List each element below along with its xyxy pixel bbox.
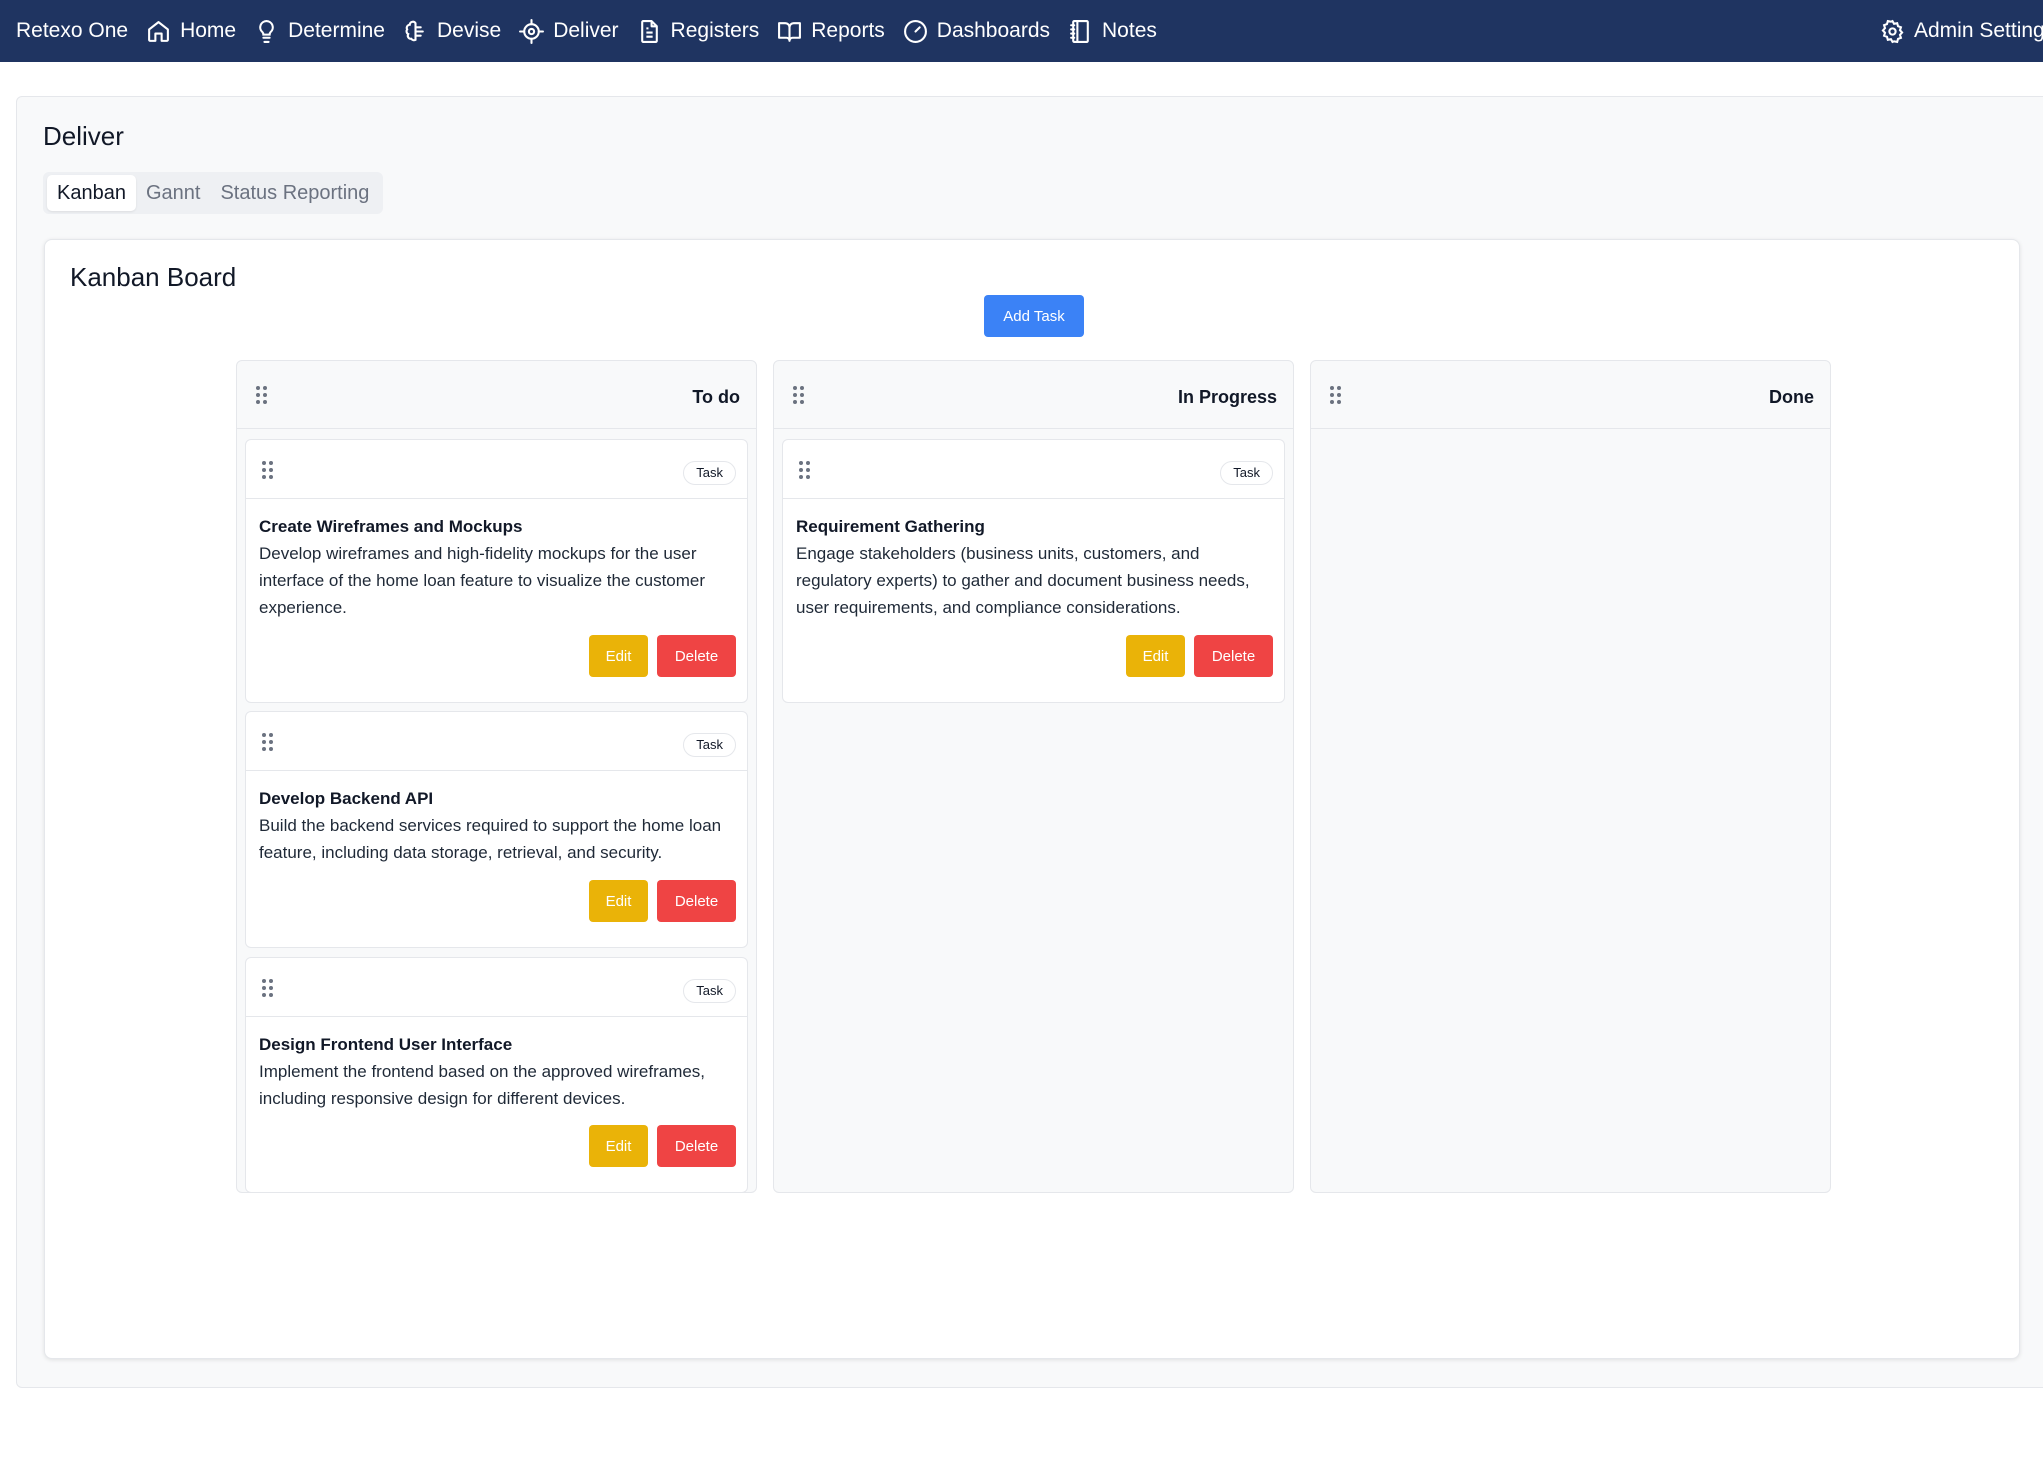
nav-dashboards[interactable]: Dashboards <box>903 19 1050 44</box>
column-header: To do <box>237 361 756 429</box>
card-actions: Edit Delete <box>1126 635 1273 677</box>
nav-deliver-label: Deliver <box>553 19 619 42</box>
add-task-button[interactable]: Add Task <box>984 295 1084 337</box>
nav-home-label: Home <box>180 19 237 42</box>
card-header: Task <box>246 440 747 499</box>
nav-reports-label: Reports <box>811 19 885 42</box>
lightbulb-icon <box>259 19 274 43</box>
gauge-icon <box>903 19 927 43</box>
edit-button[interactable]: Edit <box>589 635 648 677</box>
nav-deliver[interactable]: Deliver <box>519 18 619 44</box>
brand-logo[interactable]: Retexo One <box>16 19 128 43</box>
notebook-icon <box>1070 19 1089 43</box>
task-card[interactable]: Task Create Wireframes and Mockups Devel… <box>245 439 748 703</box>
card-body: Create Wireframes and Mockups Develop wi… <box>246 499 747 621</box>
nav-admin-settings[interactable]: Admin Settings <box>1880 0 2043 62</box>
board-title: Kanban Board <box>70 262 237 292</box>
card-actions: Edit Delete <box>589 635 736 677</box>
column-header: In Progress <box>774 361 1293 429</box>
card-header: Task <box>783 440 1284 499</box>
drag-handle-icon[interactable] <box>793 386 804 404</box>
tab-kanban[interactable]: Kanban <box>47 175 136 211</box>
column-todo: To do Task Create Wireframes and Mockups… <box>236 360 757 1193</box>
card-title: Develop Backend API <box>259 789 434 808</box>
card-description: Implement the frontend based on the appr… <box>259 1062 706 1108</box>
top-navbar: Retexo One Home Determine Devise Deliver… <box>0 0 2043 62</box>
delete-button[interactable]: Delete <box>1194 635 1273 677</box>
card-body: Design Frontend User Interface Implement… <box>246 1017 747 1112</box>
delete-button[interactable]: Delete <box>657 880 736 922</box>
drag-handle-icon[interactable] <box>256 386 267 404</box>
card-description: Develop wireframes and high-fidelity moc… <box>259 544 706 617</box>
delete-button[interactable]: Delete <box>657 635 736 677</box>
tab-list: Kanban Gannt Status Reporting <box>43 172 384 214</box>
card-description: Build the backend services required to s… <box>259 816 722 862</box>
drag-handle-icon[interactable] <box>799 461 810 479</box>
nav-notes-label: Notes <box>1102 19 1157 42</box>
task-card[interactable]: Task Requirement Gathering Engage stakeh… <box>782 439 1285 703</box>
nav-registers[interactable]: Registers <box>637 19 760 44</box>
nav-determine[interactable]: Determine <box>254 19 385 44</box>
task-card[interactable]: Task Develop Backend API Build the backe… <box>245 711 748 948</box>
edit-button[interactable]: Edit <box>589 880 648 922</box>
nav-registers-label: Registers <box>670 19 760 42</box>
drag-handle-icon[interactable] <box>262 979 273 997</box>
nav-admin-label: Admin Settings <box>1914 19 2043 42</box>
card-actions: Edit Delete <box>589 880 736 922</box>
gear-icon <box>1881 19 1904 43</box>
brain-icon <box>405 20 424 41</box>
task-badge: Task <box>683 461 736 485</box>
card-header: Task <box>246 958 747 1017</box>
card-header: Task <box>246 712 747 771</box>
card-title: Requirement Gathering <box>796 517 985 536</box>
card-body: Develop Backend API Build the backend se… <box>246 771 747 866</box>
card-actions: Edit Delete <box>589 1125 736 1167</box>
column-title: Done <box>1769 387 1814 407</box>
document-icon <box>640 19 658 43</box>
content-panel: Deliver Kanban Gannt Status Reporting Ka… <box>16 96 2043 1388</box>
nav-home[interactable]: Home <box>146 19 236 44</box>
drag-handle-icon[interactable] <box>262 461 273 479</box>
task-badge: Task <box>1220 461 1273 485</box>
column-title: In Progress <box>1177 387 1277 407</box>
column-in-progress: In Progress Task Requirement Gathering E… <box>773 360 1294 1193</box>
card-body: Requirement Gathering Engage stakeholder… <box>783 499 1284 621</box>
drag-handle-icon[interactable] <box>262 733 273 751</box>
book-open-icon <box>778 21 802 42</box>
task-badge: Task <box>683 979 736 1003</box>
edit-button[interactable]: Edit <box>1126 635 1185 677</box>
delete-button[interactable]: Delete <box>657 1125 736 1167</box>
nav-dashboards-label: Dashboards <box>936 19 1051 42</box>
card-title: Create Wireframes and Mockups <box>259 517 523 536</box>
nav-notes[interactable]: Notes <box>1068 19 1157 44</box>
column-done: Done <box>1310 360 1831 1193</box>
tab-gannt[interactable]: Gannt <box>136 175 210 211</box>
card-title: Design Frontend User Interface <box>259 1035 513 1054</box>
column-header: Done <box>1311 361 1830 429</box>
page-title: Deliver <box>43 121 124 151</box>
task-badge: Task <box>683 733 736 757</box>
target-icon <box>519 18 545 44</box>
nav-reports[interactable]: Reports <box>777 19 885 44</box>
card-description: Engage stakeholders (business units, cus… <box>796 544 1250 617</box>
column-title: To do <box>692 387 740 407</box>
home-icon <box>148 20 169 42</box>
edit-button[interactable]: Edit <box>589 1125 648 1167</box>
drag-handle-icon[interactable] <box>1330 386 1341 404</box>
nav-determine-label: Determine <box>288 19 385 42</box>
nav-devise-label: Devise <box>436 19 502 42</box>
tab-status-reporting[interactable]: Status Reporting <box>210 175 379 211</box>
task-card[interactable]: Task Design Frontend User Interface Impl… <box>245 957 748 1193</box>
nav-devise[interactable]: Devise <box>403 19 501 44</box>
kanban-board: Kanban Board Add Task To do Task Create … <box>44 239 2020 1359</box>
